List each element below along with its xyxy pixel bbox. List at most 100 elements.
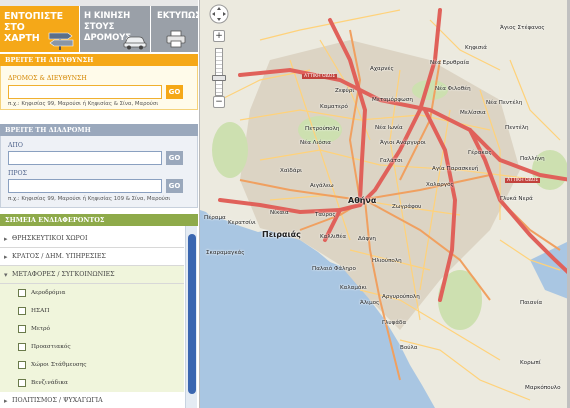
route-from-go-button[interactable]: GO xyxy=(166,151,183,165)
poi-item-airports[interactable]: Αεροδρόμια xyxy=(0,284,184,302)
poi-item-label: Μετρό xyxy=(31,326,51,332)
poi-list: ▸ ΘΡΗΣΚΕΥΤΙΚΟΙ ΧΩΡΟΙ ▸ ΚΡΑΤΟΣ / ΔΗΜ. ΥΠΗ… xyxy=(0,226,198,408)
place-label: Κηφισιά xyxy=(465,45,487,51)
zoom-slider-track[interactable] xyxy=(215,48,223,96)
place-label: Νέα Ερυθραία xyxy=(430,60,470,66)
poi-category-transport[interactable]: ▾ ΜΕΤΑΦΟΡΕΣ / ΣΥΓΚΟΙΝΩΝΙΕΣ xyxy=(0,266,184,284)
checkbox[interactable] xyxy=(18,307,26,315)
place-label: Νέα Πεντέλη xyxy=(486,100,523,106)
place-label: Ζεφύρι xyxy=(335,88,355,94)
place-label: Αιγάλεω xyxy=(310,183,334,189)
place-label: Γλυκά Νερά xyxy=(500,196,533,202)
place-label: Νέα Λιόσια xyxy=(300,140,331,146)
address-input[interactable] xyxy=(8,85,162,99)
zoom-out-button[interactable]: − xyxy=(213,96,225,108)
printer-icon xyxy=(166,30,186,48)
address-field-label: ΔΡΟΜΟΣ & ΔΙΕΥΘΥΝΣΗ xyxy=(8,75,87,82)
route-from-label: ΑΠΟ xyxy=(8,142,23,149)
place-label: Ηλιούπολη xyxy=(372,258,402,264)
place-label: Βούλα xyxy=(400,345,418,351)
poi-item-parking[interactable]: Χώροι Στάθμευσης xyxy=(0,356,184,374)
place-label-piraeus: Πειραιάς xyxy=(262,230,301,239)
tab-print-label: ΕΚΤΥΠΩΣΗ xyxy=(157,11,198,21)
place-label: Καλαμάκι xyxy=(340,285,367,291)
place-label: Αχαρνές xyxy=(370,66,394,72)
poi-category-public-services[interactable]: ▸ ΚΡΑΤΟΣ / ΔΗΜ. ΥΠΗΡΕΣΙΕΣ xyxy=(0,248,184,266)
tab-bar: ΕΝΤΟΠΙΣΤΕ ΣΤΟ ΧΑΡΤΗ Η ΚΙΝΗΣΗ ΣΤΟΥΣ ΔΡΟΜΟΥΣ xyxy=(0,0,198,52)
place-label: Κερατσίνι xyxy=(228,220,256,226)
poi-item-label: ΗΣΑΠ xyxy=(31,308,50,314)
place-label: Καλλιθέα xyxy=(320,234,347,240)
zoom-slider-handle[interactable] xyxy=(212,75,226,82)
park-area xyxy=(212,122,248,178)
road-label-attiki-odos: ΑΤΤΙΚΗ ΟΔΟΣ xyxy=(505,178,541,183)
tab-find-on-map[interactable]: ΕΝΤΟΠΙΣΤΕ ΣΤΟ ΧΑΡΤΗ xyxy=(0,6,80,52)
poi-category-label: ΘΡΗΣΚΕΥΤΙΚΟΙ ΧΩΡΟΙ xyxy=(12,235,88,242)
poi-category-label: ΠΟΛΙΤΙΣΜΟΣ / ΨΥΧΑΓΩΓΙΑ xyxy=(12,397,103,404)
place-label: Καματερό xyxy=(320,104,348,110)
place-label: Νέα Ιωνία xyxy=(375,125,403,131)
place-label: Κορωπί xyxy=(520,360,541,366)
poi-category-culture[interactable]: ▸ ΠΟΛΙΤΙΣΜΟΣ / ΨΥΧΑΓΩΓΙΑ xyxy=(0,392,184,408)
poi-item-label: Βενζινάδικα xyxy=(31,380,68,386)
checkbox[interactable] xyxy=(18,289,26,297)
place-label: Άγιος Στέφανος xyxy=(500,25,545,31)
car-icon xyxy=(123,36,147,50)
place-label: Αργυρούπολη xyxy=(382,294,420,300)
place-label: Μεταμόρφωση xyxy=(372,97,413,103)
address-go-button[interactable]: GO xyxy=(166,85,183,99)
place-label: Παλαιό Φάληρο xyxy=(312,266,356,272)
expand-arrow-icon: ▸ xyxy=(4,253,8,261)
place-label: Γέρακας xyxy=(468,150,492,156)
place-label: Πεντέλη xyxy=(505,125,529,131)
checkbox[interactable] xyxy=(18,361,26,369)
address-search-box: ΔΡΟΜΟΣ & ΔΙΕΥΘΥΝΣΗ GO π.χ.: Κηφισίας 99,… xyxy=(0,66,198,110)
place-label: Αγία Παρασκευή xyxy=(432,166,479,172)
poi-item-metro[interactable]: Μετρό xyxy=(0,320,184,338)
route-from-input[interactable] xyxy=(8,151,162,165)
poi-item-suburban-rail[interactable]: Προαστιακός xyxy=(0,338,184,356)
route-to-label: ΠΡΟΣ xyxy=(8,170,28,177)
side-panel: ΕΝΤΟΠΙΣΤΕ ΣΤΟ ΧΑΡΤΗ Η ΚΙΝΗΣΗ ΣΤΟΥΣ ΔΡΟΜΟΥΣ xyxy=(0,0,198,408)
road-label-attiki-odos: ΑΤΤΙΚΗ ΟΔΟΣ xyxy=(302,74,338,79)
tab-print[interactable]: ΕΚΤΥΠΩΣΗ xyxy=(151,6,198,52)
place-label: Δάφνη xyxy=(358,236,376,242)
checkbox[interactable] xyxy=(18,325,26,333)
zoom-in-button[interactable]: + xyxy=(213,30,225,42)
expand-arrow-icon: ▸ xyxy=(4,235,8,243)
poi-item-isap[interactable]: ΗΣΑΠ xyxy=(0,302,184,320)
place-label: Χολαργός xyxy=(426,182,454,188)
place-label: Ζωγράφου xyxy=(392,204,422,210)
poi-item-label: Αεροδρόμια xyxy=(31,290,66,296)
tab-traffic[interactable]: Η ΚΙΝΗΣΗ ΣΤΟΥΣ ΔΡΟΜΟΥΣ xyxy=(80,6,151,52)
pan-control-icon[interactable] xyxy=(209,4,229,24)
route-to-go-button[interactable]: GO xyxy=(166,179,183,193)
place-label: Γλυφάδα xyxy=(382,320,407,326)
route-to-input[interactable] xyxy=(8,179,162,193)
poi-scrollbar[interactable] xyxy=(185,226,197,408)
zoom-control: + − xyxy=(209,4,229,108)
expanded-arrow-icon: ▾ xyxy=(4,271,8,279)
place-label: Πέραμα xyxy=(204,215,226,221)
address-hint: π.χ.: Κηφισίας 99, Μαρούσι ή Κηφισίας & … xyxy=(8,101,159,107)
place-label: Παιανία xyxy=(520,300,543,306)
place-label: Παλλήνη xyxy=(520,156,545,162)
map-view[interactable]: Κηφισιά Νέα Ερυθραία Άγιος Στέφανος Αχαρ… xyxy=(199,0,570,408)
place-label: Ταύρος xyxy=(315,212,336,218)
place-label: Μαρκόπουλο xyxy=(525,385,561,391)
poi-section-header: ΣΗΜΕΙΑ ΕΝΔΙΑΦΕΡΟΝΤΟΣ xyxy=(0,214,198,226)
poi-scrollbar-thumb[interactable] xyxy=(188,234,196,394)
place-label: Σκαραμαγκάς xyxy=(206,250,245,256)
poi-item-label: Προαστιακός xyxy=(31,344,71,350)
place-label-athens: Αθήνα xyxy=(348,196,377,205)
checkbox[interactable] xyxy=(18,379,26,387)
place-label: Χαϊδάρι xyxy=(280,168,302,174)
place-label: Μελίσσια xyxy=(460,110,486,116)
route-hint: π.χ.: Κηφισίας 99, Μαρούσι ή Κηφισίας 10… xyxy=(8,196,171,202)
route-section-header: ΒΡΕΙΤΕ ΤΗ ΔΙΑΔΡΟΜΗ xyxy=(0,124,198,136)
checkbox[interactable] xyxy=(18,343,26,351)
poi-item-gas-stations[interactable]: Βενζινάδικα xyxy=(0,374,184,392)
poi-category-label: ΚΡΑΤΟΣ / ΔΗΜ. ΥΠΗΡΕΣΙΕΣ xyxy=(12,253,106,260)
poi-category-religious[interactable]: ▸ ΘΡΗΣΚΕΥΤΙΚΟΙ ΧΩΡΟΙ xyxy=(0,230,184,248)
place-label: Νίκαια xyxy=(270,210,289,216)
